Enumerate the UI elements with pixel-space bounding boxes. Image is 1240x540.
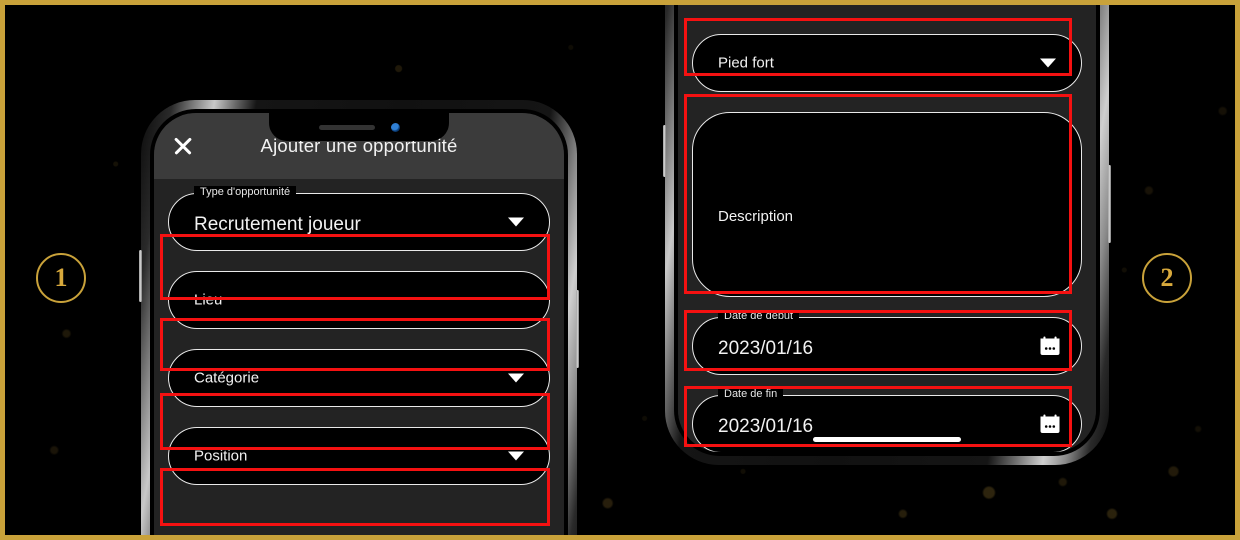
step-badge-1: 1 bbox=[36, 253, 86, 303]
field-value-type-opportunite: Recrutement joueur bbox=[194, 214, 361, 236]
field-date-de-fin[interactable]: Date de fin 2023/01/16 bbox=[692, 388, 1082, 452]
step-badge-2: 2 bbox=[1142, 253, 1192, 303]
field-outline bbox=[692, 112, 1082, 297]
power-button-left[interactable] bbox=[576, 290, 579, 368]
phone-bezel-right: Pied fort Description Date de début 2023… bbox=[674, 5, 1100, 456]
earpiece-speaker-icon bbox=[318, 124, 375, 130]
home-indicator bbox=[813, 437, 961, 442]
phone-mockup-right: Pied fort Description Date de début 2023… bbox=[663, 5, 1111, 465]
caret-down-icon[interactable] bbox=[508, 451, 524, 461]
caret-down-icon[interactable] bbox=[508, 217, 524, 227]
caret-down-icon[interactable] bbox=[1040, 58, 1056, 68]
phone-notch-left bbox=[269, 113, 449, 141]
phone-mockup-left: Ajouter une opportunité Type d'opportuni… bbox=[139, 100, 579, 535]
field-label-date-de-debut: Date de début bbox=[718, 310, 800, 323]
phone-screen-left: Ajouter une opportunité Type d'opportuni… bbox=[154, 113, 564, 535]
field-position[interactable]: Position bbox=[168, 427, 550, 485]
front-camera-icon bbox=[390, 122, 400, 132]
field-label-type-opportunite: Type d'opportunité bbox=[194, 186, 297, 199]
caret-down-icon[interactable] bbox=[508, 373, 524, 383]
field-lieu[interactable]: Lieu bbox=[168, 271, 550, 329]
volume-button-right[interactable] bbox=[663, 125, 666, 177]
field-categorie[interactable]: Catégorie bbox=[168, 349, 550, 407]
field-value-lieu: Lieu bbox=[194, 291, 223, 309]
volume-button-left[interactable] bbox=[139, 250, 142, 302]
field-pied-fort[interactable]: Pied fort bbox=[692, 34, 1082, 92]
field-outline bbox=[168, 271, 550, 329]
field-value-description: Description bbox=[718, 208, 794, 225]
field-label-date-de-fin: Date de fin bbox=[718, 388, 784, 401]
field-value-pied-fort: Pied fort bbox=[718, 54, 774, 72]
form-body-right: Pied fort Description Date de début 2023… bbox=[678, 5, 1096, 452]
calendar-icon[interactable] bbox=[1040, 414, 1060, 434]
screenshot-stage: Ajouter une opportunité Type d'opportuni… bbox=[0, 0, 1240, 540]
close-icon[interactable] bbox=[172, 135, 194, 157]
field-value-categorie: Catégorie bbox=[194, 369, 260, 387]
phone-screen-right: Pied fort Description Date de début 2023… bbox=[678, 5, 1096, 452]
power-button-right[interactable] bbox=[1108, 165, 1111, 243]
field-description[interactable]: Description bbox=[692, 112, 1082, 297]
field-value-date-de-fin: 2023/01/16 bbox=[718, 416, 814, 438]
phone-bezel-left: Ajouter une opportunité Type d'opportuni… bbox=[150, 109, 568, 535]
field-type-opportunite[interactable]: Type d'opportunité Recrutement joueur bbox=[168, 186, 550, 251]
form-body-left: Type d'opportunité Recrutement joueur Li… bbox=[154, 179, 564, 535]
field-value-position: Position bbox=[194, 447, 248, 465]
calendar-icon[interactable] bbox=[1040, 336, 1060, 356]
field-value-date-de-debut: 2023/01/16 bbox=[718, 338, 814, 360]
field-date-de-debut[interactable]: Date de début 2023/01/16 bbox=[692, 310, 1082, 375]
